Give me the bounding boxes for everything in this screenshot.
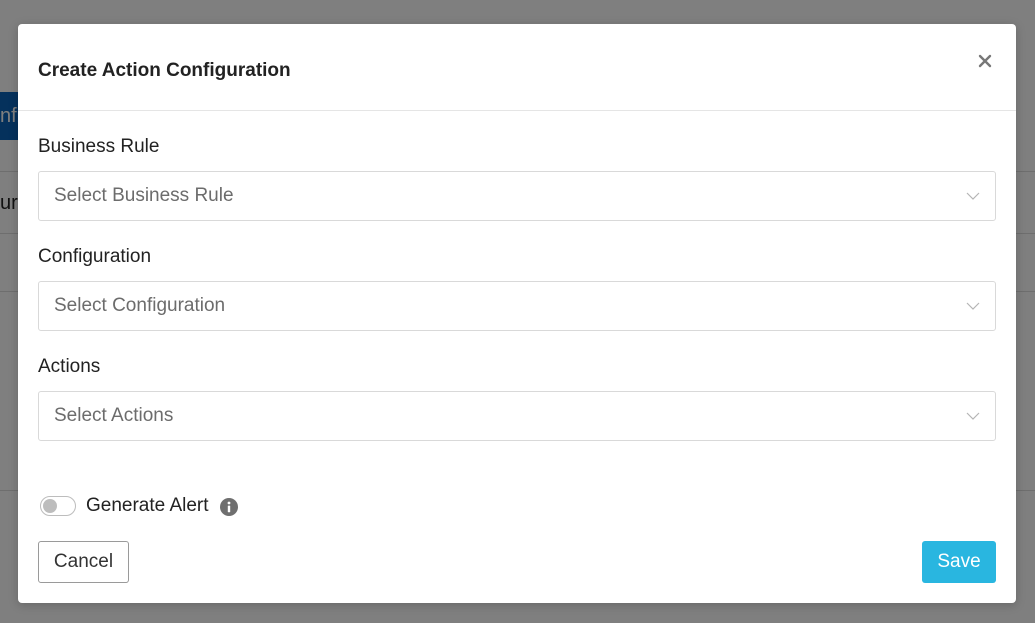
chevron-down-icon bbox=[966, 412, 980, 420]
actions-label: Actions bbox=[38, 356, 101, 377]
toggle-knob bbox=[43, 499, 57, 513]
create-action-configuration-modal: Create Action Configuration Business Rul… bbox=[18, 24, 1016, 603]
actions-select[interactable]: Select Actions bbox=[38, 391, 996, 441]
modal-header: Create Action Configuration bbox=[18, 24, 1016, 111]
save-button[interactable]: Save bbox=[922, 541, 996, 583]
business-rule-label: Business Rule bbox=[38, 136, 160, 157]
configuration-label: Configuration bbox=[38, 246, 152, 267]
generate-alert-label: Generate Alert bbox=[86, 495, 209, 516]
close-button[interactable] bbox=[974, 50, 996, 72]
chevron-down-icon bbox=[966, 192, 980, 200]
configuration-placeholder: Select Configuration bbox=[54, 295, 226, 316]
business-rule-placeholder: Select Business Rule bbox=[54, 185, 234, 206]
generate-alert-toggle[interactable] bbox=[40, 496, 76, 516]
modal-title: Create Action Configuration bbox=[38, 60, 291, 81]
chevron-down-icon bbox=[966, 302, 980, 310]
info-icon[interactable] bbox=[220, 498, 238, 516]
close-icon bbox=[978, 54, 992, 68]
cancel-button[interactable]: Cancel bbox=[38, 541, 129, 583]
configuration-select[interactable]: Select Configuration bbox=[38, 281, 996, 331]
actions-placeholder: Select Actions bbox=[54, 405, 174, 426]
business-rule-select[interactable]: Select Business Rule bbox=[38, 171, 996, 221]
